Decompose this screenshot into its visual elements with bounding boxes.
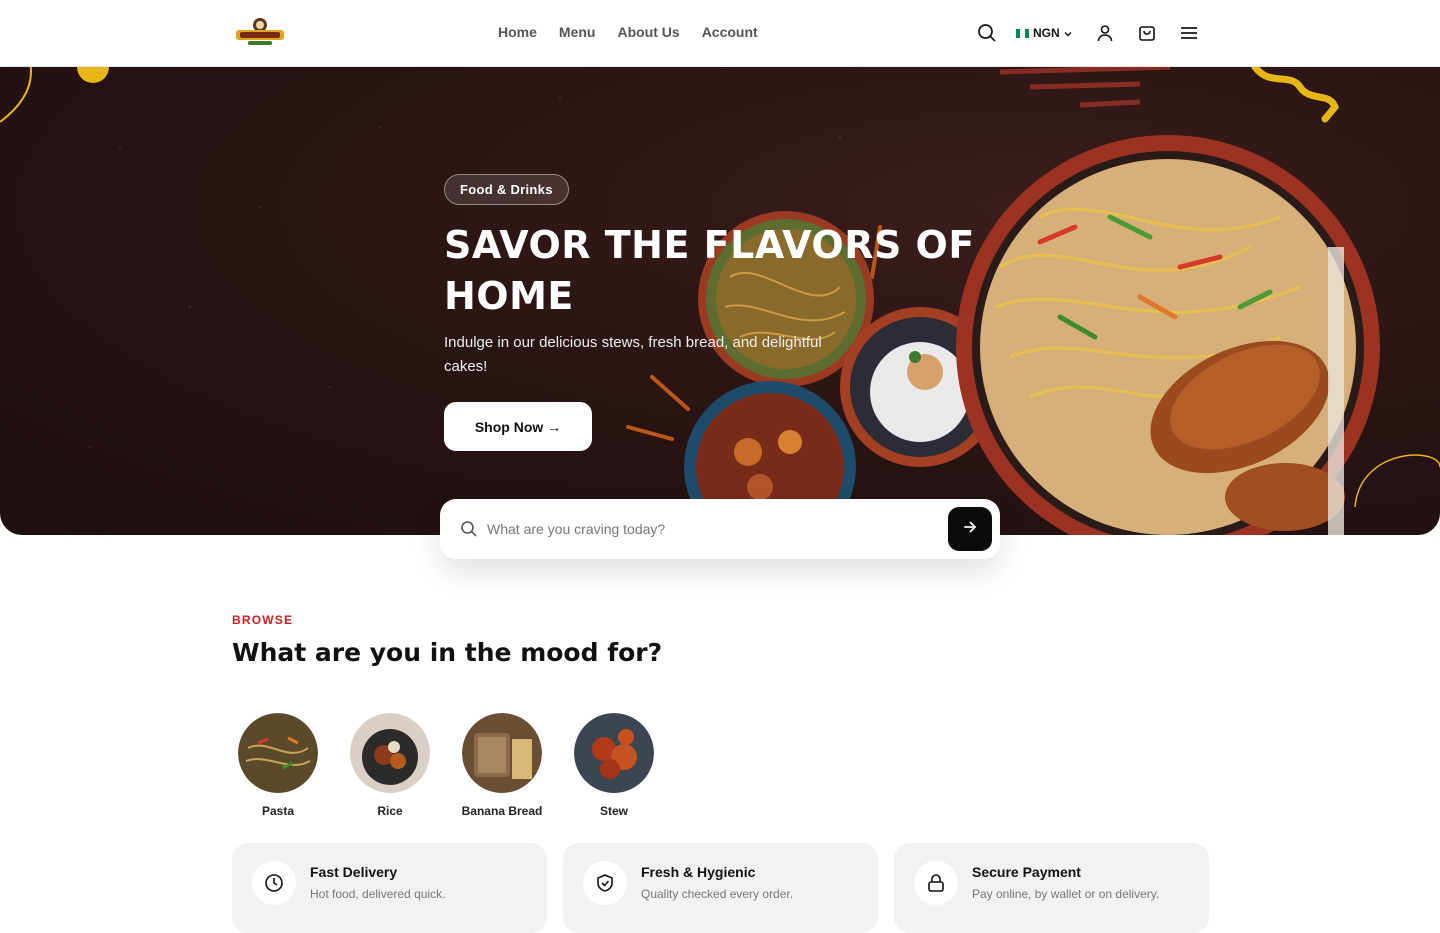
banana-bread-image	[462, 713, 542, 793]
feature-list: Fast Delivery Hot food, delivered quick.…	[232, 843, 1209, 933]
menu-icon[interactable]	[1178, 22, 1200, 44]
brand-logo[interactable]	[234, 16, 286, 48]
shop-now-button[interactable]: Shop Now →	[444, 402, 592, 451]
search-icon	[460, 520, 478, 543]
currency-code: NGN	[1033, 26, 1060, 40]
category-badge: Food & Drinks	[444, 174, 569, 205]
feature-title: Secure Payment	[972, 864, 1081, 880]
category-label: Pasta	[261, 804, 295, 818]
feature-card: Fresh & Hygienic Quality checked every o…	[563, 843, 878, 933]
stew-image	[574, 713, 654, 793]
category-label: Banana Bread	[461, 804, 543, 818]
nigeria-flag-icon	[1016, 28, 1029, 38]
feature-description: Pay online, by wallet or on delivery.	[972, 887, 1160, 901]
feature-card: Fast Delivery Hot food, delivered quick.	[232, 843, 547, 933]
hero-banner: Food & Drinks SAVOR THE FLAVORS OF HOME …	[0, 67, 1440, 535]
feature-card: Secure Payment Pay online, by wallet or …	[894, 843, 1209, 933]
category-label: Stew	[599, 804, 628, 818]
search-input[interactable]	[487, 517, 927, 541]
category-rice[interactable]: Rice	[344, 713, 436, 818]
category-list: Pasta Rice Banana Bread Stew	[232, 713, 660, 818]
browse-eyebrow: BROWSE	[232, 613, 294, 627]
rice-image	[350, 713, 430, 793]
feature-title: Fast Delivery	[310, 864, 398, 880]
main-nav: Home Menu About Us Account	[498, 24, 758, 40]
category-banana-bread[interactable]: Banana Bread	[456, 713, 548, 818]
header-actions: NGN	[976, 22, 1200, 44]
clock-icon	[252, 861, 296, 905]
feature-description: Hot food, delivered quick.	[310, 887, 446, 901]
shield-icon	[583, 861, 627, 905]
browse-title: What are you in the mood for?	[232, 638, 663, 667]
feature-description: Quality checked every order.	[641, 887, 794, 901]
lock-icon	[914, 861, 958, 905]
pasta-image	[238, 713, 318, 793]
search-submit-button[interactable]	[948, 507, 992, 551]
category-pasta[interactable]: Pasta	[232, 713, 324, 818]
currency-selector[interactable]: NGN	[1016, 24, 1072, 42]
nav-about-us[interactable]: About Us	[617, 24, 679, 40]
search-icon[interactable]	[976, 22, 998, 44]
chevron-down-icon	[1064, 24, 1072, 42]
hero-title: SAVOR THE FLAVORS OF HOME	[444, 223, 975, 318]
arrow-right-icon	[963, 520, 977, 539]
category-stew[interactable]: Stew	[568, 713, 660, 818]
search-bar	[440, 499, 1000, 559]
feature-title: Fresh & Hygienic	[641, 864, 756, 880]
site-header: Home Menu About Us Account NGN	[0, 0, 1440, 67]
category-label: Rice	[377, 804, 403, 818]
nav-menu[interactable]: Menu	[559, 24, 596, 40]
cart-icon[interactable]	[1136, 22, 1158, 44]
hero-subtitle: Indulge in our delicious stews, fresh br…	[444, 334, 822, 375]
user-icon[interactable]	[1094, 22, 1116, 44]
nav-account[interactable]: Account	[702, 24, 758, 40]
nav-home[interactable]: Home	[498, 24, 537, 40]
